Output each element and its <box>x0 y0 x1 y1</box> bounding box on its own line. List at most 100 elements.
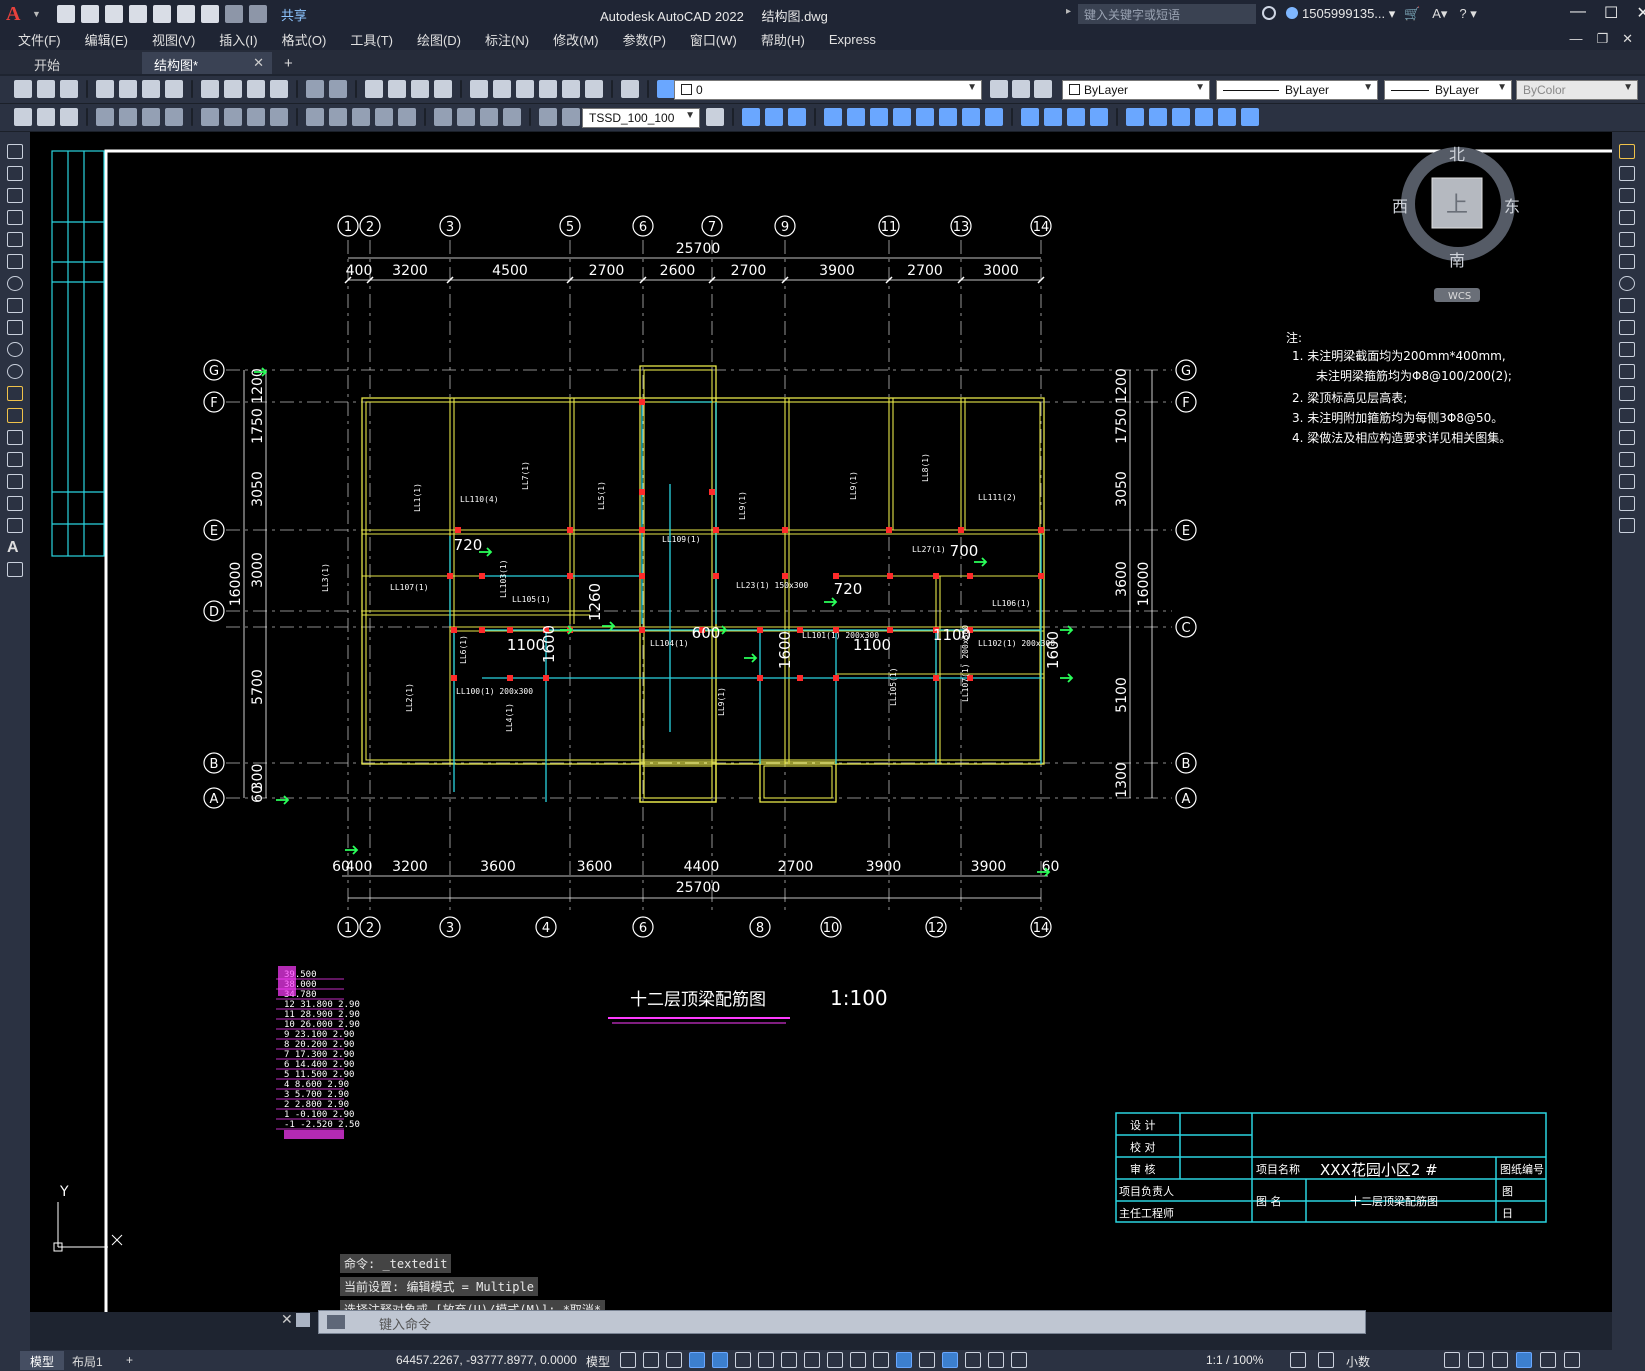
arc-icon[interactable] <box>7 254 23 269</box>
linetype-dropdown[interactable]: ByLayer ▼ <box>1216 80 1378 100</box>
axis-label-left[interactable]: A <box>210 792 219 807</box>
user-account[interactable]: 1505999135... ▾ <box>1286 6 1395 22</box>
dim-top-value[interactable]: 2700 <box>731 263 767 279</box>
polyline-icon[interactable] <box>7 188 23 203</box>
design-notes[interactable]: 注: 1. 未注明梁截面均为200mm*400mm, 未注明梁箍筋均为Φ8@10… <box>1286 330 1512 445</box>
3d-print-icon[interactable] <box>165 80 183 98</box>
pan-icon[interactable] <box>365 80 383 98</box>
extend-icon[interactable] <box>1619 364 1635 379</box>
axis-label-bottom[interactable]: 3 <box>446 921 454 936</box>
doc-minimize-icon[interactable]: — <box>1569 31 1582 47</box>
column-marker[interactable] <box>967 573 973 579</box>
move-icon[interactable] <box>870 108 888 126</box>
make-block-icon[interactable] <box>37 108 55 126</box>
offset-icon[interactable] <box>1619 210 1635 225</box>
room-dimension[interactable]: 600 <box>692 624 721 642</box>
region-icon[interactable] <box>7 496 23 511</box>
menu-modify[interactable]: 修改(M) <box>553 30 599 49</box>
menu-dimension[interactable]: 标注(N) <box>485 30 529 49</box>
menu-insert[interactable]: 插入(I) <box>219 30 257 49</box>
beam-label[interactable]: LL111(2) <box>978 493 1017 502</box>
axis-label-right[interactable]: G <box>1181 364 1191 379</box>
dim-left-value[interactable]: 3050 <box>250 471 266 507</box>
column-marker[interactable] <box>507 675 513 681</box>
column-marker[interactable] <box>639 399 645 405</box>
continue-dim-icon[interactable] <box>352 108 370 126</box>
calculator-icon[interactable] <box>585 80 603 98</box>
axis-label-right[interactable]: C <box>1181 621 1190 636</box>
menu-express[interactable]: Express <box>829 32 876 47</box>
room-dimension[interactable]: 1600 <box>776 631 794 669</box>
infer-constraints-icon[interactable] <box>666 1352 682 1368</box>
axis-label-top[interactable]: 3 <box>446 220 454 235</box>
column-marker[interactable] <box>782 573 788 579</box>
rotate-icon[interactable] <box>893 108 911 126</box>
beam-label[interactable]: LL109(1) <box>662 535 701 544</box>
stretch-icon[interactable] <box>939 108 957 126</box>
dim-left-total[interactable]: 16000 <box>228 562 244 607</box>
dim-right-value[interactable]: 5100 <box>1114 677 1130 713</box>
drawing-canvas[interactable]: 1 2 3 5 6 7 9 11 13 14 1 2 3 4 6 8 10 12 14 G F E D B A G F E C B A 257… <box>30 132 1612 1312</box>
axis-label-top[interactable]: 11 <box>881 220 898 235</box>
beam-label[interactable]: LL2(1) <box>405 683 414 712</box>
grid-icon[interactable] <box>620 1352 636 1368</box>
menu-parametric[interactable]: 参数(P) <box>623 30 666 49</box>
make-current-icon[interactable] <box>990 80 1008 98</box>
beam-label[interactable]: LL106(1) <box>992 599 1031 608</box>
menu-format[interactable]: 格式(O) <box>282 30 327 49</box>
explode-icon[interactable] <box>1619 518 1635 533</box>
layer-previous-icon[interactable] <box>1012 80 1030 98</box>
chamfer-icon[interactable] <box>1619 452 1635 467</box>
object-snap-icon[interactable] <box>804 1352 820 1368</box>
dim-bottom-value[interactable]: 3600 <box>577 859 613 875</box>
compass-north[interactable]: 北 <box>1449 145 1465 164</box>
tab-close-icon[interactable]: ✕ <box>253 55 264 71</box>
level-table[interactable]: 39.50038.00034.78012 31.800 2.9011 28.90… <box>276 966 360 1139</box>
command-close-icon[interactable]: ✕ <box>281 1311 293 1328</box>
column-marker[interactable] <box>709 489 715 495</box>
hatch-icon[interactable] <box>7 452 23 467</box>
color-dropdown[interactable]: ByLayer ▼ <box>1062 80 1210 100</box>
room-dimension[interactable]: 1260 <box>586 583 604 621</box>
cart-icon[interactable]: 🛒 <box>1404 6 1420 22</box>
hatch-back-icon[interactable] <box>1195 108 1213 126</box>
axis-label-bottom[interactable]: 8 <box>756 921 764 936</box>
search-icon[interactable] <box>1262 6 1276 20</box>
lineweight-icon[interactable] <box>827 1352 843 1368</box>
beam-label[interactable]: LL100(1) 200x300 <box>456 687 533 696</box>
isolate-objects-icon[interactable] <box>1492 1352 1508 1368</box>
dim-style-dropdown[interactable]: TSSD_100_100 ▼ <box>582 108 700 128</box>
doc-close-icon[interactable]: ✕ <box>1622 31 1633 47</box>
beam-label[interactable]: LL101(1) 200x300 <box>802 631 879 640</box>
blend-curves-icon[interactable] <box>1619 496 1635 511</box>
auto-scale-icon[interactable] <box>1011 1352 1027 1368</box>
menu-file[interactable]: 文件(F) <box>18 30 61 49</box>
customization-icon[interactable] <box>1564 1352 1580 1368</box>
explode-icon[interactable] <box>1126 108 1144 126</box>
dim-left-value[interactable]: 3000 <box>250 552 266 588</box>
beam-label[interactable]: LL107(1) <box>390 583 429 592</box>
scale-icon[interactable] <box>1619 298 1635 313</box>
help-icon[interactable]: ? ▾ <box>1459 6 1476 22</box>
preview-icon[interactable] <box>119 80 137 98</box>
dim-left-value[interactable]: 1750 <box>250 408 266 444</box>
column-marker[interactable] <box>447 573 453 579</box>
axis-label-right[interactable]: A <box>1182 792 1191 807</box>
close-icon[interactable]: ✕ <box>1636 3 1645 23</box>
column-marker[interactable] <box>933 573 939 579</box>
column-marker[interactable] <box>757 627 763 633</box>
column-marker[interactable] <box>713 527 719 533</box>
tab-layout1[interactable]: 布局1 <box>62 1351 113 1370</box>
column-marker[interactable] <box>639 573 645 579</box>
column-marker[interactable] <box>887 573 893 579</box>
compass-east[interactable]: 东 <box>1504 197 1520 216</box>
ellipse-arc-icon[interactable] <box>7 364 23 379</box>
new-file-icon[interactable] <box>56 5 75 23</box>
circle-icon[interactable] <box>7 276 23 291</box>
layer-states-icon[interactable] <box>1034 80 1052 98</box>
undo-icon[interactable] <box>224 5 243 23</box>
axis-label-top[interactable]: 9 <box>781 220 789 235</box>
axis-label-left[interactable]: B <box>210 757 219 772</box>
markup-icon[interactable] <box>562 80 580 98</box>
share-button[interactable]: 共享 <box>281 5 307 24</box>
